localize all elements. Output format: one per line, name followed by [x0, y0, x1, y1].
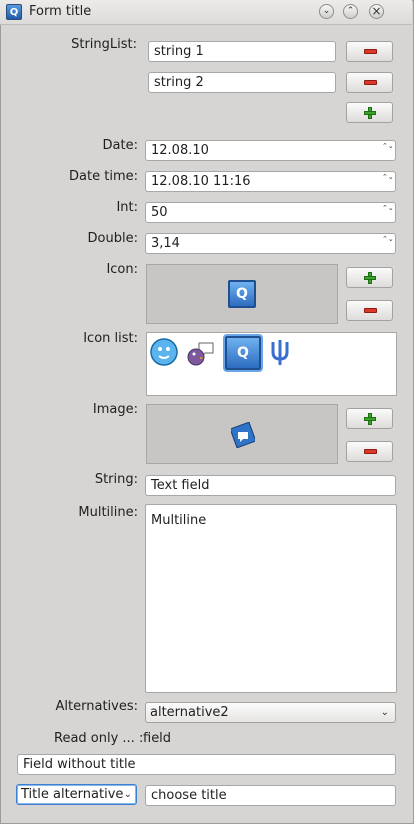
- chat-bubble-image: [231, 422, 255, 448]
- icon-preview: Q: [146, 264, 338, 324]
- multiline-textarea[interactable]: Multiline: [145, 504, 397, 693]
- remove-icon-button[interactable]: [346, 300, 393, 321]
- app-icon: Q: [6, 4, 22, 20]
- stringlist-item-2-field[interactable]: string 2: [148, 72, 336, 93]
- double-value: 3,14: [151, 236, 180, 251]
- plus-icon: [364, 272, 376, 284]
- string-field[interactable]: Text field: [145, 475, 396, 496]
- readonly-value: field: [143, 731, 172, 746]
- field-without-title[interactable]: Field without title: [17, 754, 396, 775]
- title-alternative-value: Title alternative: [21, 787, 124, 802]
- pidgin-bird-icon[interactable]: [185, 337, 215, 367]
- double-label: Double:: [87, 231, 138, 246]
- chevron-down-icon: ⌄: [380, 707, 389, 718]
- add-icon-button[interactable]: [346, 267, 393, 288]
- close-button[interactable]: ×: [369, 4, 384, 19]
- icon-list[interactable]: Q: [146, 332, 397, 396]
- title-alternative-select[interactable]: Title alternative ⌄: [16, 784, 137, 805]
- date-label: Date:: [102, 138, 138, 153]
- datetime-label: Date time:: [69, 169, 138, 184]
- int-label: Int:: [116, 200, 138, 215]
- title-bar: Q Form title ⌄ ⌃ ×: [0, 0, 412, 25]
- plus-icon: [364, 413, 376, 425]
- choose-title-field[interactable]: choose title: [145, 785, 396, 806]
- alternatives-value: alternative2: [150, 705, 229, 720]
- spin-arrows-icon[interactable]: ⌃⌄: [382, 174, 394, 189]
- remove-image-button[interactable]: [346, 441, 393, 462]
- plus-icon: [364, 107, 376, 119]
- add-string-button[interactable]: [346, 102, 393, 123]
- icon-label: Icon:: [106, 262, 138, 277]
- iconlist-label: Icon list:: [83, 331, 138, 346]
- stringlist-label: StringList:: [71, 37, 137, 52]
- remove-string-1-button[interactable]: [346, 41, 393, 62]
- qt-icon: Q: [228, 280, 256, 308]
- double-spinbox[interactable]: 3,14 ⌃⌄: [145, 233, 396, 254]
- multiline-value: Multiline: [151, 513, 207, 528]
- spin-arrows-icon[interactable]: ⌃⌄: [382, 143, 394, 158]
- int-value: 50: [151, 205, 168, 220]
- chevron-down-icon: ⌄: [123, 789, 132, 800]
- minus-icon: [364, 449, 377, 454]
- alternatives-select[interactable]: alternative2 ⌄: [145, 702, 396, 723]
- minus-icon: [364, 308, 377, 313]
- int-spinbox[interactable]: 50 ⌃⌄: [145, 202, 396, 223]
- window-title: Form title: [29, 4, 92, 19]
- psi-icon[interactable]: [265, 337, 295, 367]
- string-label: String:: [94, 472, 138, 487]
- multiline-label: Multiline:: [78, 505, 138, 520]
- close-icon: ×: [371, 4, 382, 18]
- spin-arrows-icon[interactable]: ⌃⌄: [382, 236, 394, 251]
- smiley-bubble-icon[interactable]: [149, 337, 179, 367]
- image-label: Image:: [92, 402, 138, 417]
- readonly-label: Read only ... :: [54, 731, 144, 746]
- qt-icon[interactable]: Q: [225, 336, 261, 370]
- add-image-button[interactable]: [346, 408, 393, 429]
- alternatives-label: Alternatives:: [55, 699, 138, 714]
- date-value: 12.08.10: [151, 143, 209, 158]
- spin-arrows-icon[interactable]: ⌃⌄: [382, 205, 394, 220]
- remove-string-2-button[interactable]: [346, 72, 393, 93]
- image-preview: [146, 404, 338, 464]
- date-spinbox[interactable]: 12.08.10 ⌃⌄: [145, 140, 396, 161]
- maximize-button[interactable]: ⌃: [343, 4, 358, 19]
- datetime-value: 12.08.10 11:16: [151, 174, 251, 189]
- stringlist-item-1-field[interactable]: string 1: [148, 41, 336, 62]
- minus-icon: [364, 49, 377, 54]
- datetime-spinbox[interactable]: 12.08.10 11:16 ⌃⌄: [145, 171, 396, 192]
- minimize-button[interactable]: ⌄: [319, 4, 334, 19]
- minus-icon: [364, 80, 377, 85]
